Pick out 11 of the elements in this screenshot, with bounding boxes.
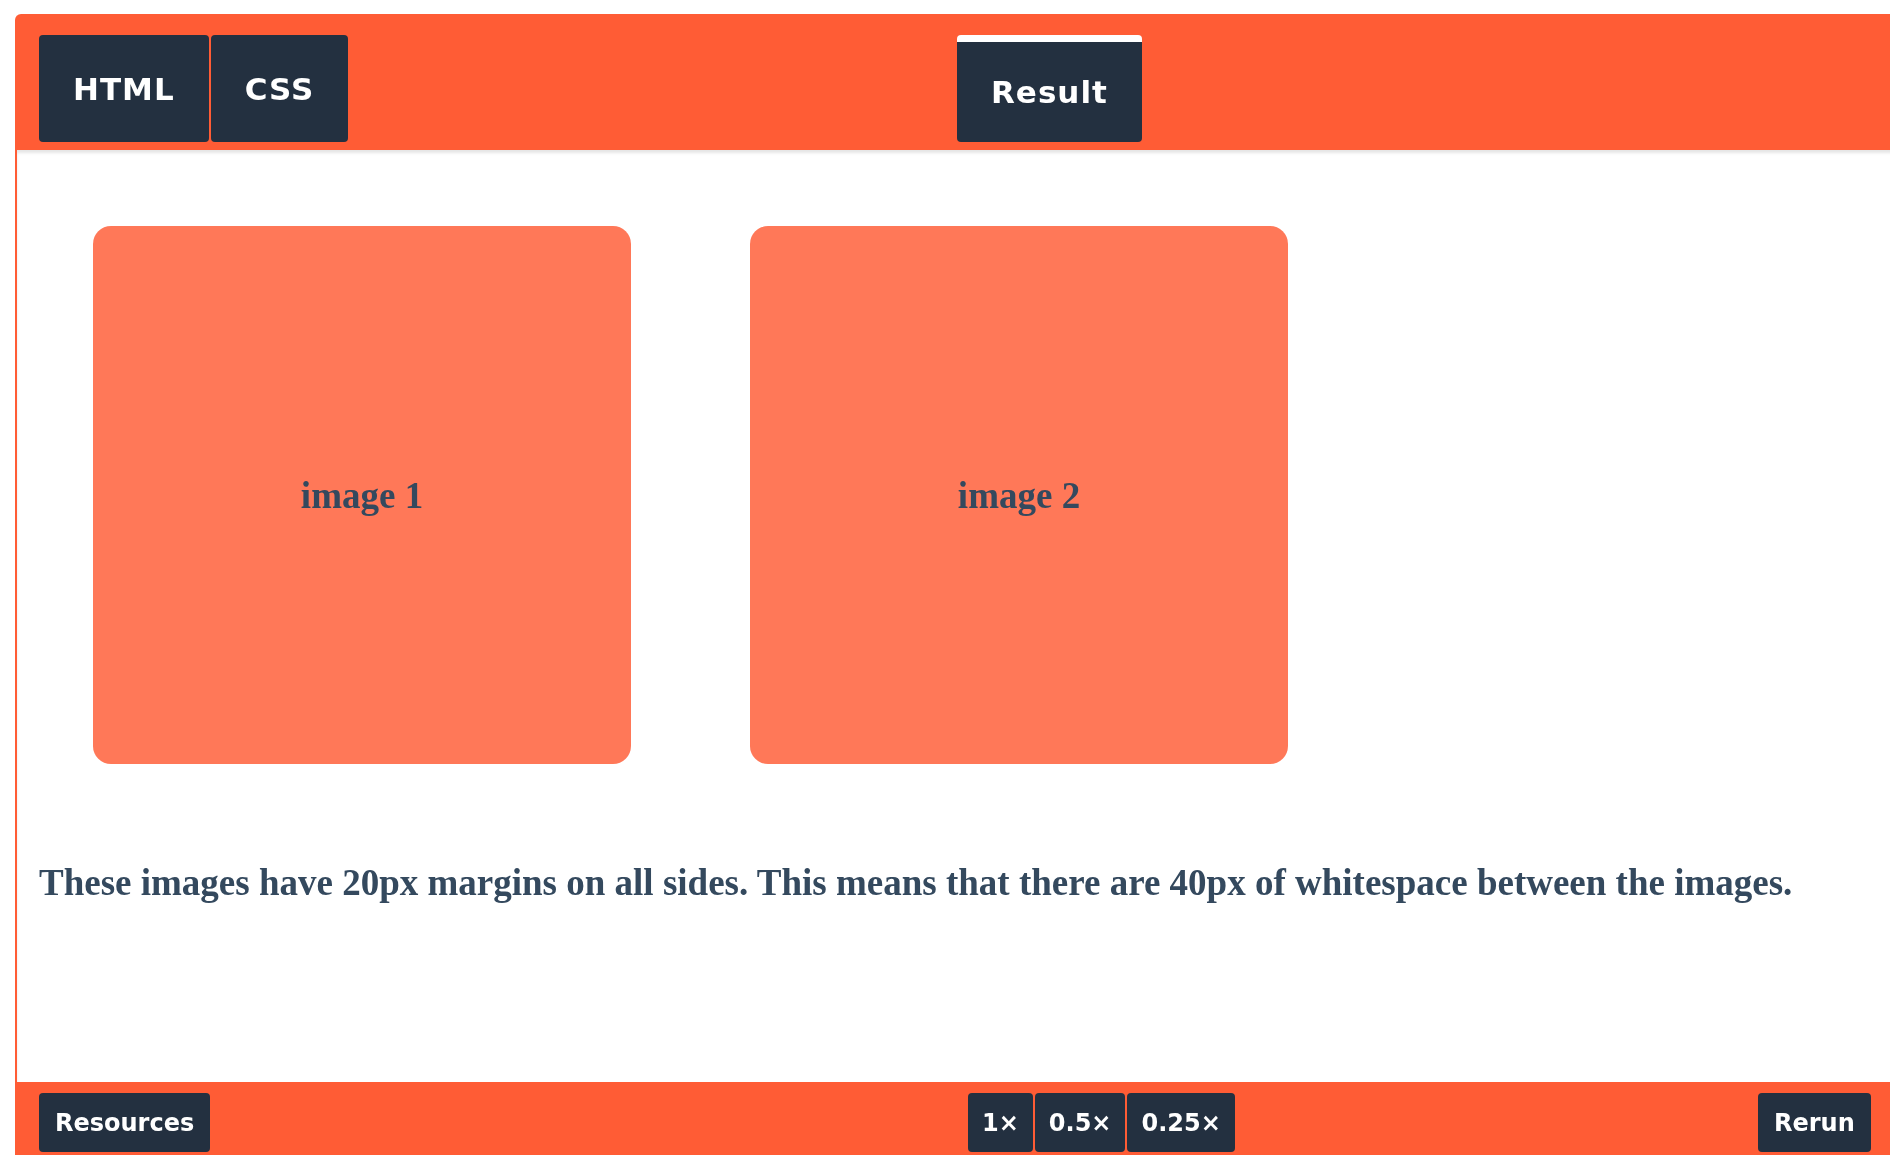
resources-button[interactable]: Resources <box>39 1093 211 1152</box>
zoom-button[interactable]: 1× <box>968 1093 1033 1152</box>
description-text: These images have 20px margins on all sides. This means that there are 40px of whitespace between the images. <box>39 861 1794 905</box>
image-label: image 2 <box>957 473 1081 517</box>
rerun-button[interactable]: Rerun <box>1758 1093 1871 1152</box>
tab[interactable]: Result <box>957 35 1142 142</box>
zoom-button[interactable]: 0.5× <box>1034 1093 1126 1152</box>
zoom-button[interactable]: 0.25× <box>1127 1093 1235 1152</box>
tab[interactable]: CSS <box>210 35 349 142</box>
image-label: image 1 <box>300 473 424 517</box>
tab[interactable]: HTML <box>39 35 209 142</box>
